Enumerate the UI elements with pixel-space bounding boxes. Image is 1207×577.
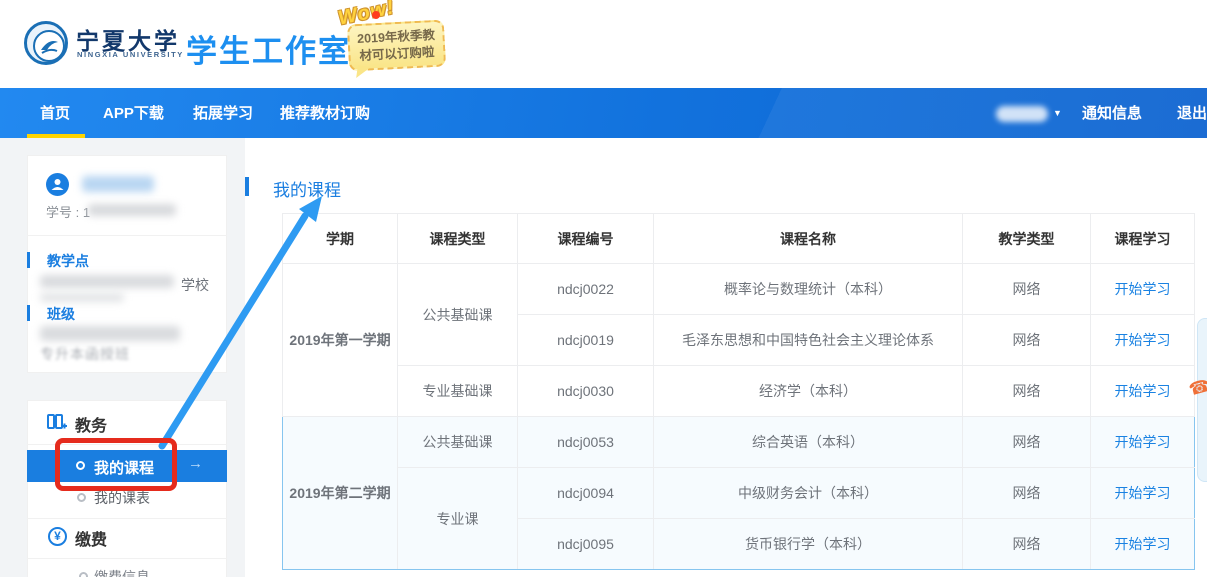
class-faint-text: 专升本函授班 xyxy=(40,344,130,364)
notification-dot xyxy=(372,11,380,19)
course-name-cell: 中级财务会计（本科） xyxy=(654,468,963,519)
highlight-box-annotation xyxy=(55,438,177,491)
teaching-mode-cell: 网络 xyxy=(963,315,1091,366)
column-header: 学期 xyxy=(283,214,398,264)
student-name-redacted xyxy=(82,176,154,192)
class-redacted xyxy=(40,326,180,341)
course-name-cell: 经济学（本科） xyxy=(654,366,963,417)
yen-icon: ¥ xyxy=(48,527,67,546)
table-row: 专业课ndcj0094中级财务会计（本科）网络开始学习 xyxy=(283,468,1195,519)
teaching-mode-cell: 网络 xyxy=(963,468,1091,519)
student-id-redacted xyxy=(88,204,176,216)
university-logo-icon xyxy=(24,21,68,65)
course-code-cell: ndcj0053 xyxy=(518,417,654,468)
course-code-cell: ndcj0030 xyxy=(518,366,654,417)
action-cell: 开始学习 xyxy=(1091,417,1195,468)
top-header: 宁夏大学 NINGXIA UNIVERSITY 学生工作室 Wow! 2019年… xyxy=(0,0,1207,88)
action-cell: 开始学习 xyxy=(1091,315,1195,366)
student-id-label: 学号 : 1 xyxy=(46,202,90,221)
teaching-point-suffix: 学校 xyxy=(181,275,209,295)
course-name-cell: 综合英语（本科） xyxy=(654,417,963,468)
semester-cell: 2019年第二学期 xyxy=(283,417,398,570)
column-header: 教学类型 xyxy=(963,214,1091,264)
course-name-cell: 毛泽东思想和中国特色社会主义理论体系 xyxy=(654,315,963,366)
start-learning-link[interactable]: 开始学习 xyxy=(1115,536,1171,552)
avatar xyxy=(46,173,69,196)
start-learning-link[interactable]: 开始学习 xyxy=(1115,383,1171,399)
bullet-icon xyxy=(77,493,86,502)
university-name-en: NINGXIA UNIVERSITY xyxy=(77,50,184,59)
course-name-cell: 货币银行学（本科） xyxy=(654,519,963,570)
site-title: 学生工作室 xyxy=(186,26,351,71)
table-row: 专业基础课ndcj0030经济学（本科）网络 开始学习 xyxy=(283,366,1195,417)
action-cell: 开始学习 xyxy=(1091,264,1195,315)
action-cell: 开始学习 xyxy=(1091,366,1195,417)
course-code-cell: ndcj0094 xyxy=(518,468,654,519)
bullet-icon xyxy=(79,572,88,577)
course-type-cell: 公共基础课 xyxy=(398,264,518,366)
teaching-point-label: 教学点 xyxy=(47,251,89,271)
start-learning-link[interactable]: 开始学习 xyxy=(1115,434,1171,450)
column-header: 课程学习 xyxy=(1091,214,1195,264)
course-type-cell: 专业基础课 xyxy=(398,366,518,417)
table-header-row: 学期课程类型课程编号课程名称教学类型课程学习 xyxy=(283,214,1195,264)
course-code-cell: ndcj0019 xyxy=(518,315,654,366)
table-row: 2019年第二学期公共基础课ndcj0053综合英语（本科）网络开始学习 xyxy=(283,417,1195,468)
start-learning-link[interactable]: 开始学习 xyxy=(1115,332,1171,348)
arrow-right-icon: → xyxy=(188,455,203,472)
promo-bubble: 2019年秋季教 材可以订购啦 xyxy=(347,19,446,71)
teaching-mode-cell: 网络 xyxy=(963,519,1091,570)
course-code-cell: ndcj0095 xyxy=(518,519,654,570)
start-learning-link[interactable]: 开始学习 xyxy=(1115,281,1171,297)
nav-item-app-download[interactable]: APP下载 xyxy=(103,102,164,123)
sidebar-section-payment: 缴费 xyxy=(75,526,107,550)
column-header: 课程类型 xyxy=(398,214,518,264)
start-learning-link[interactable]: 开始学习 xyxy=(1115,485,1171,501)
teaching-point-redacted-2 xyxy=(40,293,124,302)
page-title-accent xyxy=(245,177,249,196)
teaching-point-redacted xyxy=(40,275,174,288)
promo-bubble-line2: 材可以订购啦 xyxy=(359,44,435,65)
column-header: 课程名称 xyxy=(654,214,963,264)
course-type-cell: 专业课 xyxy=(398,468,518,570)
nav-item-extended-learning[interactable]: 拓展学习 xyxy=(193,102,253,123)
teaching-mode-cell: 网络 xyxy=(963,417,1091,468)
page-title: 我的课程 xyxy=(273,176,341,201)
sidebar-item-payment-info[interactable]: 缴费信息 xyxy=(94,567,150,577)
books-icon xyxy=(47,414,67,437)
course-type-cell: 公共基础课 xyxy=(398,417,518,468)
teaching-mode-cell: 网络 xyxy=(963,366,1091,417)
table-row: 2019年第一学期公共基础课ndcj0022概率论与数理统计（本科）网络开始学习 xyxy=(283,264,1195,315)
class-label: 班级 xyxy=(47,304,75,324)
course-name-cell: 概率论与数理统计（本科） xyxy=(654,264,963,315)
column-header: 课程编号 xyxy=(518,214,654,264)
teaching-mode-cell: 网络 xyxy=(963,264,1091,315)
chevron-down-icon[interactable]: ▼ xyxy=(1053,108,1062,118)
semester-cell: 2019年第一学期 xyxy=(283,264,398,417)
username-redacted[interactable] xyxy=(996,106,1048,122)
courses-table: 学期课程类型课程编号课程名称教学类型课程学习 2019年第一学期公共基础课ndc… xyxy=(282,213,1195,570)
nav-item-notifications[interactable]: 通知信息 xyxy=(1082,102,1142,123)
nav-item-logout[interactable]: 退出 xyxy=(1177,102,1207,123)
class-accent xyxy=(27,305,30,321)
promo-bubble-tail xyxy=(356,65,371,80)
page: 宁夏大学 NINGXIA UNIVERSITY 学生工作室 Wow! 2019年… xyxy=(0,0,1207,577)
active-tab-underline xyxy=(27,134,85,138)
sidebar-section-academic: 教务 xyxy=(75,412,107,436)
sidebar-item-my-timetable[interactable]: 我的课表 xyxy=(94,488,150,508)
action-cell: 开始学习 xyxy=(1091,519,1195,570)
nav-item-textbook-order[interactable]: 推荐教材订购 xyxy=(280,102,370,123)
action-cell: 开始学习 xyxy=(1091,468,1195,519)
nav-item-home[interactable]: 首页 xyxy=(40,102,70,123)
floating-service-widget[interactable] xyxy=(1197,318,1207,482)
teaching-point-accent xyxy=(27,252,30,268)
course-code-cell: ndcj0022 xyxy=(518,264,654,315)
